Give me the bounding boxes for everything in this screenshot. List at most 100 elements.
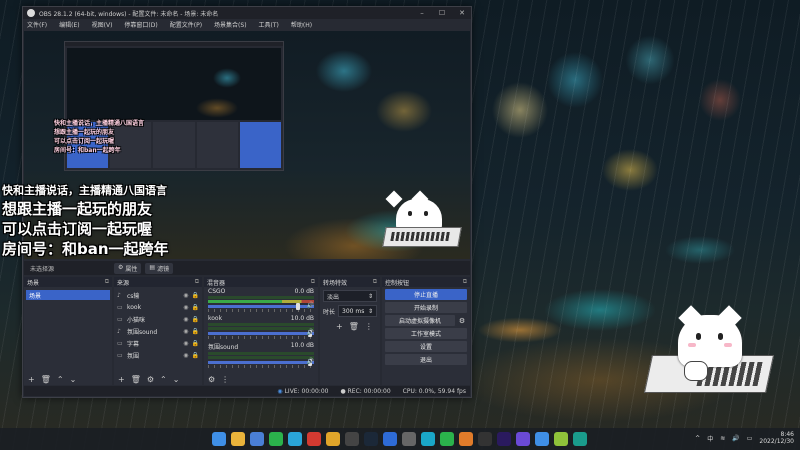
app-cyan-icon[interactable] xyxy=(421,432,435,446)
transition-select[interactable]: 淡出 ⇕ xyxy=(323,290,377,302)
scene-item[interactable]: 场景 xyxy=(26,290,110,300)
speaker-icon[interactable]: 🔊 xyxy=(307,302,314,309)
source-label: 氛围sound xyxy=(127,328,158,336)
dock-float-icon[interactable]: ⧉ xyxy=(463,278,467,286)
close-button[interactable]: ✕ xyxy=(457,9,467,17)
chrome-icon[interactable] xyxy=(326,432,340,446)
source-item[interactable]: ▭ 字幕 ◉ 🔒 xyxy=(114,337,202,349)
rec-icon: ● xyxy=(340,387,346,395)
remove-scene-button[interactable]: 🗑 xyxy=(41,375,51,384)
minimize-button[interactable]: – xyxy=(417,9,427,17)
eye-icon[interactable]: ◉ xyxy=(183,304,188,311)
obs-icon[interactable] xyxy=(345,432,359,446)
spin-icon: ⇕ xyxy=(367,307,373,315)
menu-file[interactable]: 文件(F) xyxy=(27,20,47,29)
source-settings-button[interactable]: ⚙ xyxy=(147,375,154,384)
menu-help[interactable]: 帮助(H) xyxy=(291,20,312,29)
maximize-button[interactable]: ☐ xyxy=(437,9,447,17)
app-blue2-icon[interactable] xyxy=(535,432,549,446)
source-item[interactable]: ♪ cs输 ◉ 🔒 xyxy=(114,289,202,301)
source-label: 氛围 xyxy=(127,352,140,360)
source-item[interactable]: ♪ 氛围sound ◉ 🔒 xyxy=(114,325,202,337)
clock[interactable]: 8:46 2022/12/30 xyxy=(759,431,794,445)
volume-slider[interactable]: 🔊 xyxy=(208,302,314,310)
advanced-audio-button[interactable]: ⚙ xyxy=(208,375,215,384)
filters-button[interactable]: ▤ 滤镜 xyxy=(145,262,174,274)
lock-icon[interactable]: 🔒 xyxy=(192,316,199,323)
wechat-icon[interactable] xyxy=(269,432,283,446)
windows-start-icon[interactable] xyxy=(212,432,226,446)
properties-button[interactable]: ⚙ 属性 xyxy=(114,262,142,274)
lock-icon[interactable]: 🔒 xyxy=(192,340,199,347)
lock-icon[interactable]: 🔒 xyxy=(192,292,199,299)
dock-float-icon[interactable]: ⧉ xyxy=(105,278,109,286)
move-up-button[interactable]: ⌃ xyxy=(57,375,64,384)
rec-status: ● REC: 00:00:00 xyxy=(340,388,390,395)
speaker-icon[interactable]: 🔊 xyxy=(307,358,314,365)
file-explorer-icon[interactable] xyxy=(231,432,245,446)
store-icon[interactable] xyxy=(250,432,264,446)
remove-transition-button[interactable]: 🗑 xyxy=(349,322,359,331)
menu-docks[interactable]: 停靠窗口(D) xyxy=(124,20,157,29)
battery-icon[interactable]: ▭ xyxy=(747,435,753,442)
steam-icon[interactable] xyxy=(364,432,378,446)
gear-icon[interactable]: ⚙ xyxy=(457,315,467,326)
chevron-up-icon[interactable]: ^ xyxy=(695,435,700,442)
remove-source-button[interactable]: 🗑 xyxy=(131,375,141,384)
title-bar[interactable]: OBS 28.1.2 (64-bit, windows) - 配置文件: 未命名… xyxy=(23,7,471,19)
transition-menu-button[interactable]: ⋮ xyxy=(365,322,373,331)
app-gray-icon[interactable] xyxy=(402,432,416,446)
add-scene-button[interactable]: + xyxy=(28,375,35,384)
app-green-icon[interactable] xyxy=(440,432,454,446)
app-teal-icon[interactable] xyxy=(573,432,587,446)
move-up-button[interactable]: ⌃ xyxy=(160,375,167,384)
exit-button[interactable]: 退出 xyxy=(385,354,467,365)
virtual-camera-button[interactable]: 启动虚拟摄像机 xyxy=(385,315,455,326)
add-transition-button[interactable]: + xyxy=(336,322,343,331)
wifi-icon[interactable]: ≋ xyxy=(720,435,725,442)
volume-icon[interactable]: 🔊 xyxy=(732,435,739,442)
mixer-menu-button[interactable]: ⋮ xyxy=(221,375,229,384)
edge-icon[interactable] xyxy=(288,432,302,446)
studio-mode-button[interactable]: 工作室模式 xyxy=(385,328,467,339)
add-source-button[interactable]: + xyxy=(118,375,125,384)
lock-icon[interactable]: 🔒 xyxy=(192,352,199,359)
volume-slider[interactable]: 🔊 xyxy=(208,329,314,337)
eye-icon[interactable]: ◉ xyxy=(183,292,188,299)
source-item[interactable]: ▭ 小猫咪 ◉ 🔒 xyxy=(114,313,202,325)
eye-icon[interactable]: ◉ xyxy=(183,316,188,323)
menu-profile[interactable]: 配置文件(P) xyxy=(170,20,202,29)
speaker-icon[interactable]: 🔊 xyxy=(307,329,314,336)
menu-edit[interactable]: 编辑(E) xyxy=(59,20,79,29)
netease-music-icon[interactable] xyxy=(307,432,321,446)
dock-float-icon[interactable]: ⧉ xyxy=(373,278,377,286)
duration-input[interactable]: 300 ms ⇕ xyxy=(338,305,377,317)
move-down-button[interactable]: ⌄ xyxy=(173,375,180,384)
menu-tools[interactable]: 工具(T) xyxy=(259,20,279,29)
app-lime-icon[interactable] xyxy=(554,432,568,446)
move-down-button[interactable]: ⌄ xyxy=(70,375,77,384)
eye-icon[interactable]: ◉ xyxy=(183,352,188,359)
channel-name: CSGO xyxy=(208,288,226,295)
settings-button[interactable]: 设置 xyxy=(385,341,467,352)
premiere-icon[interactable] xyxy=(497,432,511,446)
ime-indicator[interactable]: 中 xyxy=(707,434,713,443)
app-orange-icon[interactable] xyxy=(459,432,473,446)
app-blue-icon[interactable] xyxy=(383,432,397,446)
app-purple-icon[interactable] xyxy=(516,432,530,446)
filter-icon: ▤ xyxy=(149,263,156,271)
dock-float-icon[interactable]: ⧉ xyxy=(311,278,315,286)
app-dark-icon[interactable] xyxy=(478,432,492,446)
menu-scene-collection[interactable]: 场景集合(S) xyxy=(214,20,247,29)
eye-icon[interactable]: ◉ xyxy=(183,340,188,347)
source-item[interactable]: ▭ kook ◉ 🔒 xyxy=(114,301,202,313)
stop-streaming-button[interactable]: 停止直播 xyxy=(385,289,467,300)
menu-view[interactable]: 视图(V) xyxy=(92,20,113,29)
lock-icon[interactable]: 🔒 xyxy=(192,304,199,311)
start-recording-button[interactable]: 开始录制 xyxy=(385,302,467,313)
lock-icon[interactable]: 🔒 xyxy=(192,328,199,335)
source-item[interactable]: ▭ 氛围 ◉ 🔒 xyxy=(114,349,202,361)
dock-float-icon[interactable]: ⧉ xyxy=(195,278,199,286)
volume-slider[interactable]: 🔊 xyxy=(208,358,314,366)
eye-icon[interactable]: ◉ xyxy=(183,328,188,335)
